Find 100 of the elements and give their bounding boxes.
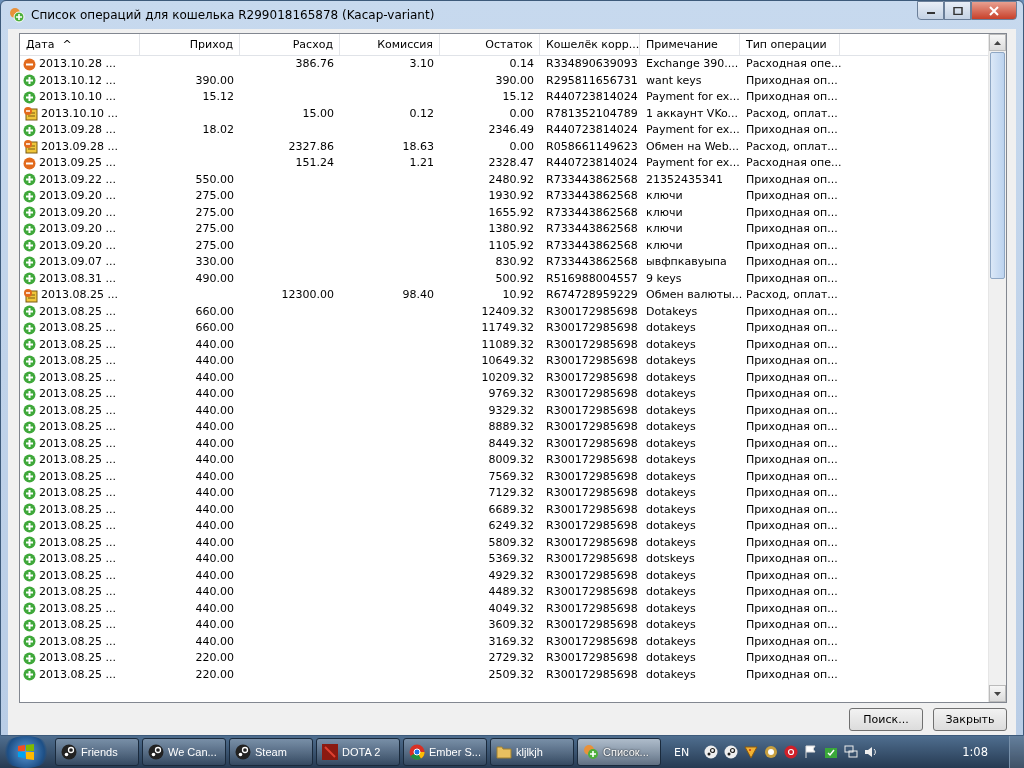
table-cell: R733443862568 [546,171,638,188]
steam-icon [148,744,164,760]
table-cell: Приходная оп... [746,468,838,485]
record-icon[interactable] [784,745,799,759]
table-cell: R300172985698 [546,386,638,403]
table-cell: 15.12 [502,89,534,106]
table-cell: Расход, оплат... [746,138,838,155]
close-button[interactable] [971,1,1017,20]
scroll-up-button[interactable] [989,34,1006,51]
clock[interactable]: 1:08 [962,745,988,759]
table-cell: 0.00 [509,105,534,122]
table-cell: R300172985698 [546,551,638,568]
table-cell: Приходная оп... [746,89,838,106]
flag-icon[interactable] [804,745,819,759]
table-cell: R300172985698 [546,419,638,436]
steam-icon [235,744,251,760]
table-cell: 275.00 [195,237,234,254]
taskbar-item[interactable]: We Can... [142,738,226,766]
scroll-down-button[interactable] [989,685,1006,702]
table-cell: dotskeys [646,551,695,568]
table-cell: 18.63 [402,138,434,155]
table-cell: 220.00 [195,666,234,683]
maximize-button[interactable] [944,1,971,20]
table-cell: 2013.08.25 ... [39,584,116,601]
table-cell: ывфпкавуыпа [646,254,727,271]
table-cell: 3169.32 [488,633,534,650]
table-cell: 4929.32 [488,567,534,584]
taskbar-item[interactable]: kljlkjh [490,738,574,766]
table-cell: 6689.32 [488,501,534,518]
close-icon [989,5,999,16]
table-cell: 2013.08.25 ... [39,501,116,518]
table-cell: 440.00 [195,633,234,650]
table-cell: 275.00 [195,204,234,221]
shield-icon[interactable] [824,745,839,759]
table-cell: Приходная оп... [746,353,838,370]
taskbar-item[interactable]: Friends [55,738,139,766]
table-cell: 1930.92 [488,188,534,205]
steam-icon[interactable] [704,745,719,759]
table-cell: 2013.09.20 ... [39,221,116,238]
wallet-app-icon [9,7,25,23]
taskbar-item[interactable]: Steam [229,738,313,766]
table-cell: Приходная оп... [746,584,838,601]
table-cell: 440.00 [195,402,234,419]
table-cell: 2013.10.28 ... [39,56,116,73]
table-cell: 440.00 [195,617,234,634]
steam-icon[interactable] [724,745,739,759]
table-cell: Приходная оп... [746,501,838,518]
table-cell: dotakeys [646,584,696,601]
search-button[interactable]: Поиск... [849,707,923,731]
close-dialog-button[interactable]: Закрыть [933,707,1007,731]
table-cell: R300172985698 [546,567,638,584]
table-cell: Payment for ex... [646,89,740,106]
table-cell: R733443862568 [546,237,638,254]
network-icon[interactable] [844,745,859,759]
table-cell: 5369.32 [488,551,534,568]
table-cell: 10209.32 [481,369,534,386]
table-cell: Приходная оп... [746,204,838,221]
table-cell: Расходная опе... [746,155,842,172]
table-cell: 8009.32 [488,452,534,469]
table-cell: 440.00 [195,534,234,551]
browser-icon [409,744,425,760]
table-cell: dotakeys [646,485,696,502]
table-cell: R733443862568 [546,188,638,205]
table-cell: 2013.09.20 ... [39,188,116,205]
pizza-icon[interactable] [744,745,759,759]
table-cell: Приходная оп... [746,666,838,683]
table-cell: R300172985698 [546,584,638,601]
table-cell: R300172985698 [546,353,638,370]
scrollbar-thumb[interactable] [990,52,1005,279]
table-cell: 2013.08.25 ... [39,435,116,452]
taskbar-item[interactable]: DOTA 2 [316,738,400,766]
table-cell: Приходная оп... [746,435,838,452]
table-cell: Приходная оп... [746,221,838,238]
table-cell: 550.00 [195,171,234,188]
language-indicator[interactable]: EN [674,745,690,759]
minimize-button[interactable] [917,1,944,20]
table-cell: R440723814024 [546,155,638,172]
table-cell: R674728959229 [546,287,638,304]
table-cell: 0.12 [409,105,434,122]
table-cell: dotakeys [646,650,696,667]
table-cell: 440.00 [195,584,234,601]
table-cell: 830.92 [495,254,534,271]
speaker-icon[interactable] [864,745,879,759]
table-cell: dotakeys [646,633,696,650]
table-cell: 2013.08.25 ... [39,369,116,386]
table-cell: R516988004557 [546,270,638,287]
taskbar-item[interactable]: Ember S... [403,738,487,766]
table-cell: R300172985698 [546,336,638,353]
table-cell: 440.00 [195,369,234,386]
table-cell: Приходная оп... [746,303,838,320]
table-cell: R300172985698 [546,633,638,650]
table-cell: 1105.92 [488,237,534,254]
table-cell: Приходная оп... [746,600,838,617]
table-cell: 440.00 [195,600,234,617]
maximize-icon [952,6,963,15]
table-cell: Расход, оплат... [746,105,838,122]
table-cell: R781352104789 [546,105,638,122]
table-cell: Exchange 390.... [646,56,739,73]
table-cell: 2013.08.25 ... [39,303,116,320]
table-cell: 500.92 [495,270,534,287]
